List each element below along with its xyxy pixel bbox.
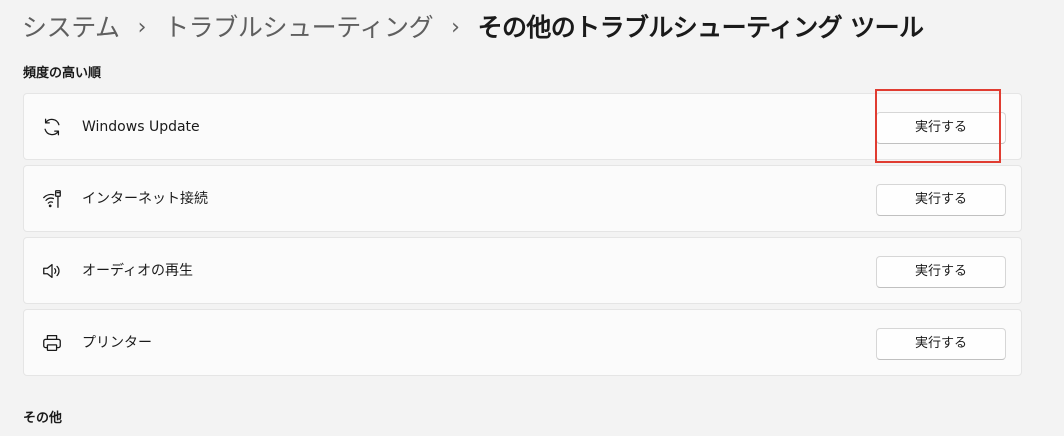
section-heading-other: その他 [23, 411, 63, 426]
breadcrumb: システム › トラブルシューティング › その他のトラブルシューティング ツール [22, 10, 924, 46]
troubleshooter-label: Windows Update [82, 119, 200, 135]
troubleshooter-card-windows-update: Windows Update 実行する [23, 93, 1022, 160]
printer-icon [41, 332, 63, 354]
troubleshooter-label: プリンター [82, 335, 152, 351]
run-button-windows-update[interactable]: 実行する [876, 112, 1006, 144]
section-heading-frequent: 頻度の高い順 [23, 66, 102, 81]
breadcrumb-item-system[interactable]: システム [22, 10, 120, 46]
troubleshooter-label: オーディオの再生 [82, 263, 194, 279]
troubleshooter-label: インターネット接続 [82, 191, 208, 207]
breadcrumb-separator: › [137, 15, 147, 40]
speaker-icon [41, 260, 63, 282]
run-button-audio[interactable]: 実行する [876, 256, 1006, 288]
page-title: その他のトラブルシューティング ツール [477, 13, 924, 42]
settings-page: システム › トラブルシューティング › その他のトラブルシューティング ツール… [0, 0, 1064, 436]
troubleshooter-card-printer: プリンター 実行する [23, 309, 1022, 376]
breadcrumb-item-troubleshoot[interactable]: トラブルシューティング [164, 10, 434, 46]
wifi-ethernet-icon [41, 188, 63, 210]
troubleshooter-card-internet: インターネット接続 実行する [23, 165, 1022, 232]
troubleshooter-card-audio: オーディオの再生 実行する [23, 237, 1022, 304]
refresh-icon [41, 116, 63, 138]
breadcrumb-separator: › [451, 15, 460, 40]
run-button-printer[interactable]: 実行する [876, 328, 1006, 360]
run-button-internet[interactable]: 実行する [876, 184, 1006, 216]
